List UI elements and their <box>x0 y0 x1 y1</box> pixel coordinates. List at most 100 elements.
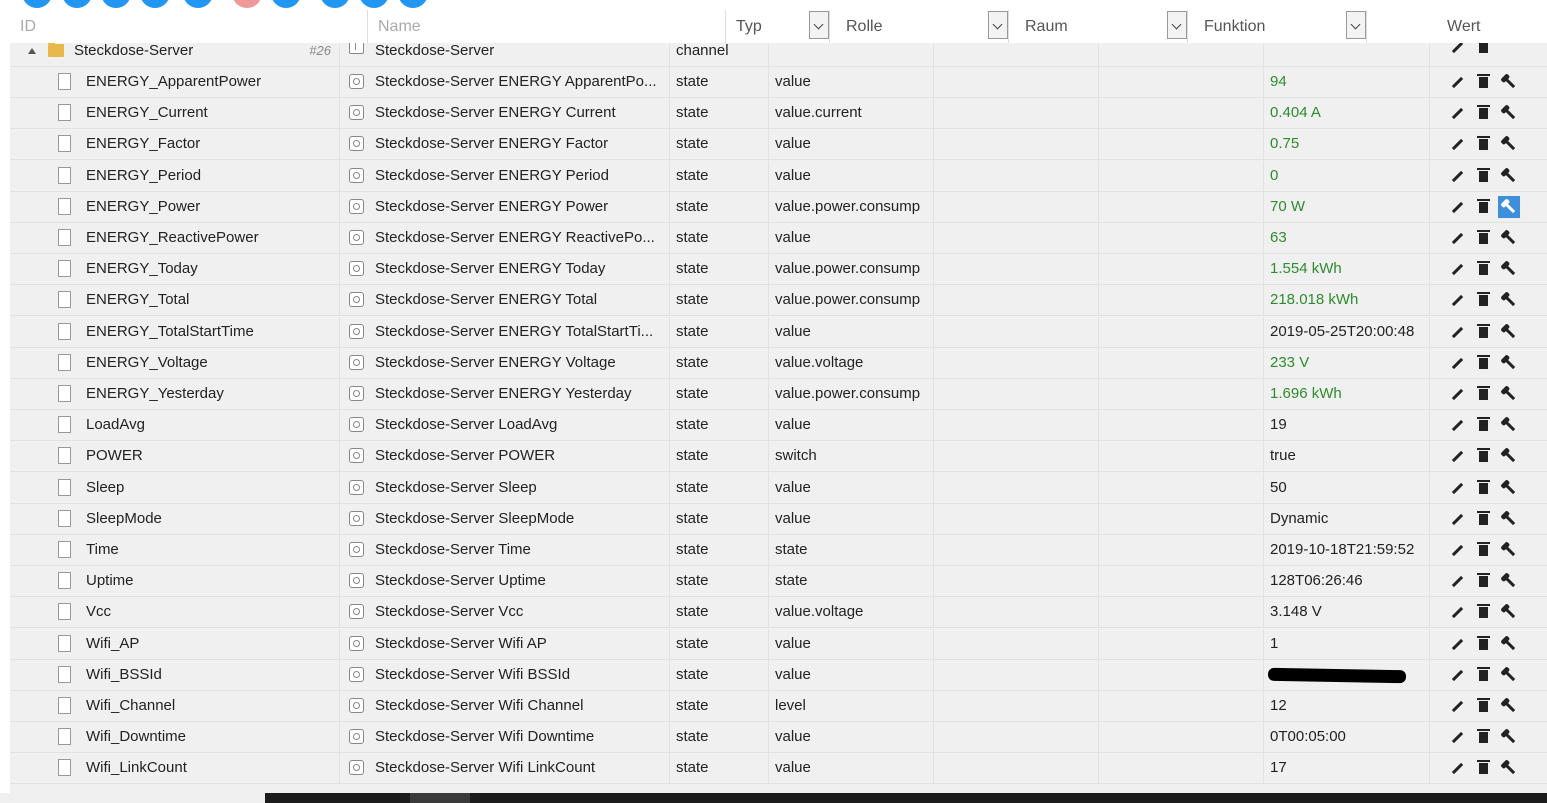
wrench-icon[interactable] <box>1498 71 1520 93</box>
wrench-icon[interactable] <box>1498 321 1520 343</box>
pencil-icon[interactable] <box>1446 133 1468 155</box>
wert-cell[interactable] <box>1264 659 1430 690</box>
trash-icon[interactable] <box>1472 165 1494 187</box>
taskbar-active-item[interactable] <box>410 793 470 803</box>
wert-cell[interactable]: 128T06:26:46 <box>1264 566 1430 597</box>
wrench-icon[interactable] <box>1498 414 1520 436</box>
table-row[interactable]: Uptime Steckdose-Server Uptime state state 1… <box>10 566 1547 598</box>
wrench-icon[interactable] <box>1498 477 1520 499</box>
pencil-icon[interactable] <box>1446 445 1468 467</box>
table-row[interactable]: Wifi_AP Steckdose-Server Wifi AP state valu… <box>10 628 1547 660</box>
name-filter[interactable]: Name <box>368 10 726 43</box>
pencil-icon[interactable] <box>1446 757 1468 779</box>
pencil-icon[interactable] <box>1446 570 1468 592</box>
table-row[interactable]: ENERGY_Total Steckdose-Server ENERGY Tota… <box>10 285 1547 317</box>
wrench-icon[interactable] <box>1498 539 1520 561</box>
wert-cell[interactable]: 50 <box>1264 472 1430 503</box>
wrench-icon[interactable] <box>1498 165 1520 187</box>
trash-icon[interactable] <box>1472 102 1494 124</box>
trash-icon[interactable] <box>1472 414 1494 436</box>
toolbar-button[interactable] <box>320 0 350 8</box>
trash-icon[interactable] <box>1472 71 1494 93</box>
collapse-triangle-icon[interactable] <box>28 48 36 54</box>
trash-icon[interactable] <box>1472 43 1494 58</box>
trash-icon[interactable] <box>1472 321 1494 343</box>
pencil-icon[interactable] <box>1446 352 1468 374</box>
trash-icon[interactable] <box>1472 508 1494 530</box>
wert-cell[interactable]: 70 W <box>1264 191 1430 222</box>
pencil-icon[interactable] <box>1446 258 1468 280</box>
trash-icon[interactable] <box>1472 477 1494 499</box>
pencil-icon[interactable] <box>1446 477 1468 499</box>
trash-icon[interactable] <box>1472 570 1494 592</box>
table-row[interactable]: ENERGY_Power Steckdose-Server ENERGY Powe… <box>10 191 1547 223</box>
pencil-icon[interactable] <box>1446 102 1468 124</box>
pencil-icon[interactable] <box>1446 633 1468 655</box>
trash-icon[interactable] <box>1472 196 1494 218</box>
funktion-dropdown-chevron-icon[interactable] <box>1346 11 1366 39</box>
wrench-icon[interactable] <box>1498 383 1520 405</box>
pencil-icon[interactable] <box>1446 196 1468 218</box>
wrench-icon[interactable] <box>1498 601 1520 623</box>
table-row[interactable]: Wifi_Channel Steckdose-Server Wifi Channe… <box>10 691 1547 722</box>
wrench-icon[interactable] <box>1498 352 1520 374</box>
wert-cell[interactable]: 1 <box>1264 628 1430 659</box>
table-row[interactable]: ENERGY_Current Steckdose-Server ENERGY Cu… <box>10 98 1547 130</box>
trash-icon[interactable] <box>1472 757 1494 779</box>
table-row[interactable]: ENERGY_ApparentPower Steckdose-Server ENE… <box>10 67 1547 98</box>
wrench-icon[interactable] <box>1498 508 1520 530</box>
rolle-filter[interactable]: Rolle <box>836 10 1009 43</box>
wert-cell[interactable]: 1.696 kWh <box>1264 379 1430 409</box>
typ-filter[interactable]: Typ <box>726 10 830 43</box>
rolle-dropdown-chevron-icon[interactable] <box>988 11 1008 39</box>
wert-cell[interactable]: 218.018 kWh <box>1264 285 1430 316</box>
wrench-icon[interactable] <box>1498 227 1520 249</box>
wrench-icon[interactable] <box>1498 289 1520 311</box>
pencil-icon[interactable] <box>1446 71 1468 93</box>
toolbar-button[interactable] <box>232 0 262 8</box>
pencil-icon[interactable] <box>1446 165 1468 187</box>
wert-cell[interactable]: 233 V <box>1264 347 1430 378</box>
raum-dropdown-chevron-icon[interactable] <box>1167 11 1187 39</box>
table-row[interactable]: Vcc Steckdose-Server Vcc state value.voltag… <box>10 597 1547 629</box>
pencil-icon[interactable] <box>1446 289 1468 311</box>
toolbar-button[interactable] <box>271 0 301 8</box>
table-row[interactable]: ENERGY_Voltage Steckdose-Server ENERGY Vo… <box>10 347 1547 379</box>
wrench-icon[interactable] <box>1498 664 1520 686</box>
wrench-icon[interactable] <box>1498 195 1520 218</box>
trash-icon[interactable] <box>1472 664 1494 686</box>
wrench-icon[interactable] <box>1498 633 1520 655</box>
wrench-icon[interactable] <box>1498 258 1520 280</box>
wrench-icon[interactable] <box>1498 695 1520 717</box>
id-filter[interactable]: ID <box>10 10 368 43</box>
table-row[interactable]: SleepMode Steckdose-Server SleepMode state… <box>10 503 1547 535</box>
wert-cell[interactable]: 94 <box>1264 67 1430 97</box>
trash-icon[interactable] <box>1472 601 1494 623</box>
wrench-icon[interactable] <box>1498 445 1520 467</box>
wert-cell[interactable]: 0.75 <box>1264 129 1430 160</box>
pencil-icon[interactable] <box>1446 695 1468 717</box>
pencil-icon[interactable] <box>1446 227 1468 249</box>
wert-cell[interactable]: true <box>1264 441 1430 472</box>
wert-cell[interactable]: 0.404 A <box>1264 98 1430 129</box>
toolbar-button[interactable] <box>140 0 170 8</box>
trash-icon[interactable] <box>1472 539 1494 561</box>
trash-icon[interactable] <box>1472 289 1494 311</box>
wrench-icon[interactable] <box>1498 757 1520 779</box>
toolbar-button[interactable] <box>62 0 92 8</box>
toolbar-button[interactable] <box>22 0 52 8</box>
table-row[interactable]: Wifi_Downtime Steckdose-Server Wifi Downt… <box>10 722 1547 754</box>
table-row[interactable]: ENERGY_ReactivePower Steckdose-Server ENE… <box>10 223 1547 254</box>
trash-icon[interactable] <box>1472 633 1494 655</box>
wert-cell[interactable]: 3.148 V <box>1264 597 1430 628</box>
wrench-icon[interactable] <box>1498 570 1520 592</box>
funktion-filter[interactable]: Funktion <box>1194 10 1367 43</box>
pencil-icon[interactable] <box>1446 664 1468 686</box>
wert-cell[interactable]: 63 <box>1264 223 1430 253</box>
trash-icon[interactable] <box>1472 445 1494 467</box>
table-row[interactable]: ENERGY_Factor Steckdose-Server ENERGY Fac… <box>10 129 1547 161</box>
wert-cell[interactable]: Dynamic <box>1264 503 1430 534</box>
pencil-icon[interactable] <box>1446 43 1468 58</box>
toolbar-button[interactable] <box>359 0 389 8</box>
wert-cell[interactable]: 2019-05-25T20:00:48 <box>1264 316 1430 347</box>
